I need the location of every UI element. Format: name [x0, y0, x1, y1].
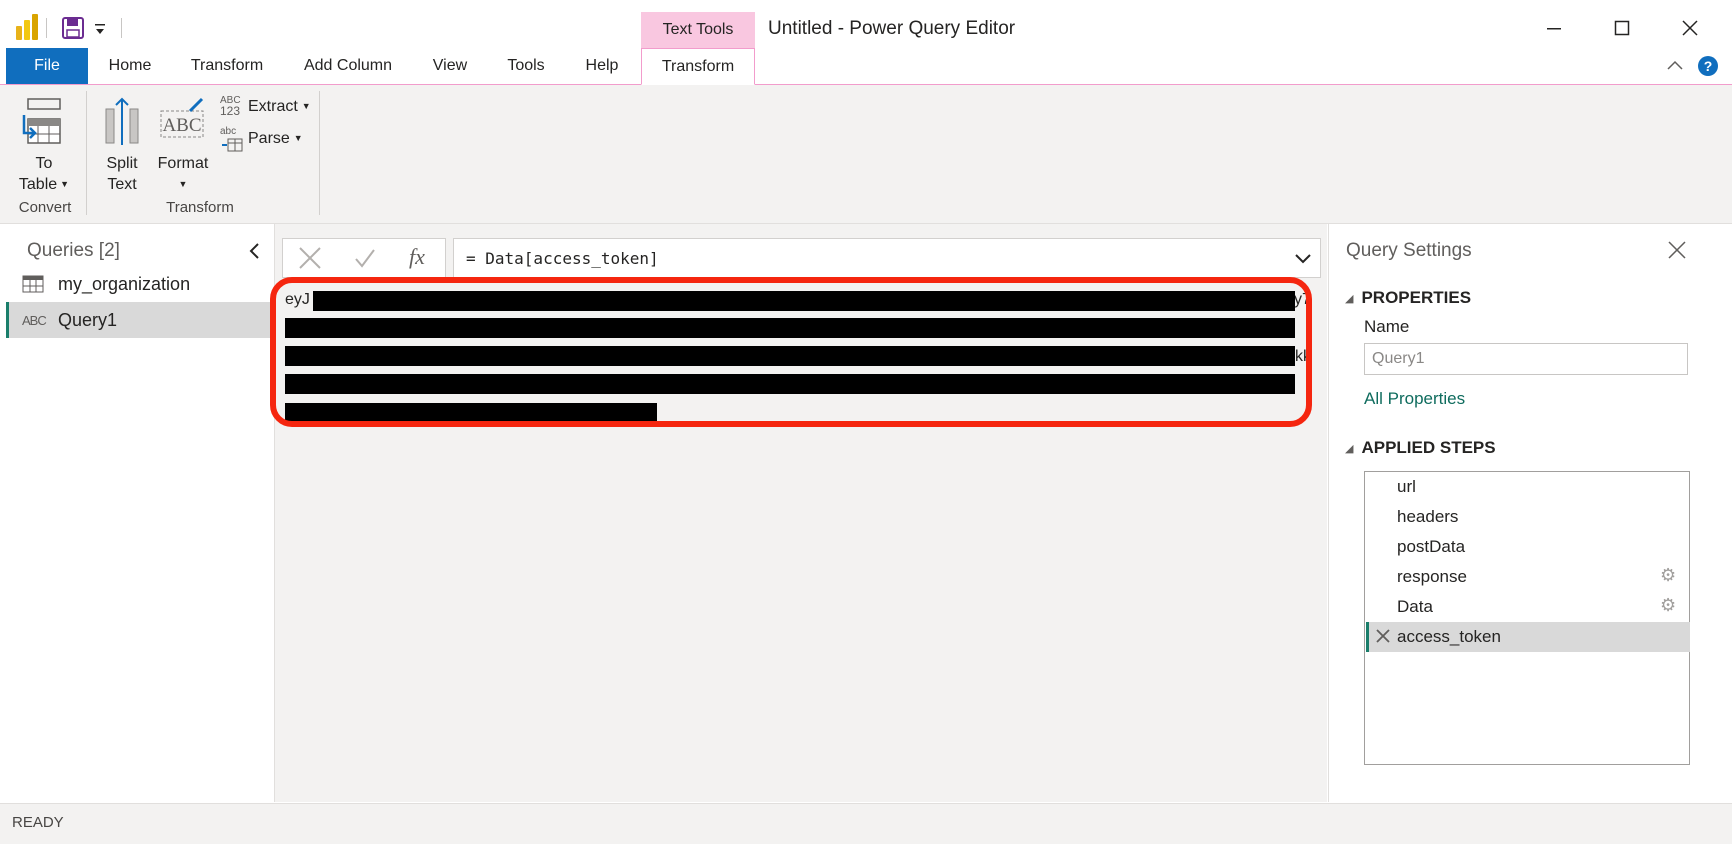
extract-button[interactable]: ABC 123 Extract ▼ — [220, 95, 311, 121]
highlight-annotation — [270, 277, 1312, 427]
collapse-ribbon-icon[interactable] — [1666, 58, 1684, 72]
status-text: READY — [12, 814, 64, 831]
collapse-triangle-icon: ◢ — [1345, 293, 1354, 305]
tab-tools[interactable]: Tools — [496, 48, 556, 84]
to-table-button[interactable]: To Table ▼ — [14, 93, 74, 193]
format-button[interactable]: ABC Format ▼ — [156, 93, 210, 193]
tab-text-tools-transform[interactable]: Transform — [641, 48, 755, 85]
preview-pane: fx = Data[access_token] eyJ y7 kk — [270, 224, 1327, 802]
queries-header: Queries [2] — [27, 240, 120, 261]
save-icon[interactable] — [62, 17, 84, 39]
group-divider — [319, 91, 320, 215]
query-item-query1[interactable]: ABC Query1 — [6, 302, 274, 338]
parse-icon: abc — [220, 127, 244, 153]
tab-file[interactable]: File — [6, 48, 88, 84]
svg-text:?: ? — [1704, 58, 1713, 74]
to-table-label-line2: Table ▼ — [18, 176, 70, 193]
step-access-token[interactable]: access_token — [1366, 622, 1690, 652]
maximize-icon — [1614, 20, 1630, 36]
gear-icon[interactable]: ⚙ — [1660, 565, 1676, 586]
split-text-button[interactable]: Split Text — [96, 93, 148, 193]
parse-label: Parse ▼ — [248, 130, 303, 147]
title-separator — [46, 18, 47, 38]
selection-indicator — [6, 302, 9, 338]
svg-text:ABC: ABC — [162, 115, 201, 136]
tab-help[interactable]: Help — [572, 48, 632, 84]
chevron-left-icon — [249, 243, 259, 259]
fx-icon[interactable]: fx — [409, 244, 425, 270]
collapse-triangle-icon: ◢ — [1345, 443, 1354, 455]
step-postdata[interactable]: postData — [1366, 532, 1690, 562]
applied-steps-list: url headers postData response ⚙ Data ⚙ a… — [1364, 471, 1690, 765]
parse-button[interactable]: abc Parse ▼ — [220, 127, 303, 153]
step-data[interactable]: Data ⚙ — [1366, 592, 1690, 622]
cancel-formula-button[interactable] — [297, 246, 323, 270]
properties-section-header[interactable]: ◢ PROPERTIES — [1345, 288, 1471, 308]
query-settings-pane: Query Settings ◢ PROPERTIES Name Query1 A… — [1328, 224, 1727, 802]
tab-add-column[interactable]: Add Column — [290, 48, 406, 84]
checkmark-icon — [355, 249, 375, 268]
quick-access-dropdown-icon[interactable] — [94, 22, 106, 36]
ribbon-body: To Table ▼ Convert Split Text ABC Format… — [0, 85, 1732, 224]
selection-indicator — [1366, 622, 1369, 652]
expand-formula-button[interactable] — [1292, 249, 1314, 267]
close-icon — [1668, 241, 1686, 259]
chevron-down-icon: ▼ — [178, 179, 188, 189]
extract-icon: ABC 123 — [220, 95, 241, 118]
delete-step-icon[interactable] — [1375, 628, 1391, 649]
query-name: Query1 — [58, 309, 118, 330]
close-icon — [299, 247, 321, 269]
gear-icon[interactable]: ⚙ — [1660, 595, 1676, 616]
group-divider — [86, 91, 87, 215]
all-properties-link[interactable]: All Properties — [1364, 389, 1465, 409]
chevron-down-icon: ▼ — [293, 133, 303, 143]
help-icon[interactable]: ? — [1697, 55, 1719, 77]
step-headers[interactable]: headers — [1366, 502, 1690, 532]
tab-home[interactable]: Home — [96, 48, 164, 84]
chevron-down-icon — [1295, 254, 1311, 264]
applied-steps-section-header[interactable]: ◢ APPLIED STEPS — [1345, 438, 1496, 458]
formula-text: = Data[access_token] — [466, 249, 659, 268]
queries-pane: Queries [2] my_organization ABC Query1 — [6, 224, 275, 802]
commit-formula-button[interactable] — [353, 246, 377, 270]
to-table-icon — [20, 97, 68, 147]
query-settings-header: Query Settings — [1346, 240, 1472, 261]
formula-input[interactable]: = Data[access_token] — [453, 238, 1321, 278]
chevron-down-icon: ▼ — [301, 101, 311, 111]
step-url[interactable]: url — [1366, 472, 1690, 502]
query-name-input[interactable]: Query1 — [1364, 343, 1688, 375]
close-icon — [1682, 20, 1698, 36]
split-text-label-line1: Split — [106, 155, 138, 172]
query-name: my_organization — [58, 273, 191, 294]
window-title: Untitled - Power Query Editor — [768, 18, 1016, 39]
extract-label: Extract ▼ — [248, 98, 311, 115]
transform-group-label: Transform — [166, 199, 234, 216]
minimize-icon — [1547, 28, 1561, 30]
close-settings-button[interactable] — [1667, 240, 1687, 260]
tab-view[interactable]: View — [420, 48, 480, 84]
text-type-icon: ABC — [22, 312, 47, 328]
split-text-label-line2: Text — [107, 176, 137, 193]
text-tools-context-label: Text Tools — [641, 12, 755, 48]
to-table-label-line1: To — [35, 155, 53, 172]
split-text-icon — [100, 97, 144, 147]
powerbi-logo-icon — [16, 14, 40, 40]
tab-transform[interactable]: Transform — [182, 48, 272, 84]
query-name-value: Query1 — [1372, 350, 1425, 367]
query-item-my-organization[interactable]: my_organization — [6, 266, 274, 302]
table-icon — [22, 275, 44, 293]
title-separator — [121, 18, 122, 38]
convert-group-label: Convert — [18, 199, 72, 216]
step-response[interactable]: response ⚙ — [1366, 562, 1690, 592]
format-label: Format — [157, 155, 209, 172]
status-bar: READY — [0, 803, 1732, 844]
name-label: Name — [1364, 317, 1410, 336]
format-icon: ABC — [158, 97, 208, 147]
collapse-queries-button[interactable] — [246, 240, 264, 262]
chevron-down-icon: ▼ — [60, 179, 70, 189]
